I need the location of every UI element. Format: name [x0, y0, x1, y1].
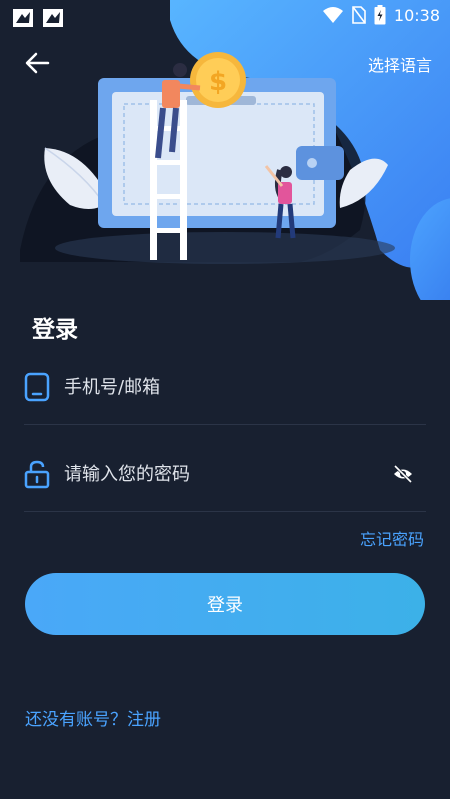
- phone-icon: [24, 372, 50, 402]
- status-bar: 10:38: [0, 0, 450, 32]
- battery-icon: [374, 5, 386, 25]
- lock-icon: [24, 460, 50, 489]
- wallet-clasp: [296, 146, 344, 180]
- notification-app-icon: [43, 9, 63, 27]
- clock: 10:38: [393, 5, 440, 25]
- back-arrow-icon[interactable]: [22, 48, 52, 78]
- select-language-button[interactable]: 选择语言: [368, 52, 432, 76]
- notification-icons: [12, 8, 64, 28]
- login-button[interactable]: 登录: [25, 573, 425, 635]
- page-title: 登录: [32, 317, 78, 343]
- eye-off-icon[interactable]: [392, 463, 414, 485]
- wifi-icon: [322, 7, 343, 23]
- register-link[interactable]: 还没有账号？注册: [25, 705, 161, 730]
- ground-shadow: [55, 232, 395, 264]
- forgot-password-link[interactable]: 忘记密码: [360, 526, 424, 550]
- phone-email-input[interactable]: [62, 368, 366, 406]
- notification-app-icon: [13, 9, 33, 27]
- password-field: [24, 441, 426, 512]
- no-sim-icon: [352, 6, 366, 24]
- phone-email-field: [24, 354, 426, 425]
- password-input[interactable]: [62, 455, 366, 493]
- top-bar: 选择语言: [0, 40, 450, 84]
